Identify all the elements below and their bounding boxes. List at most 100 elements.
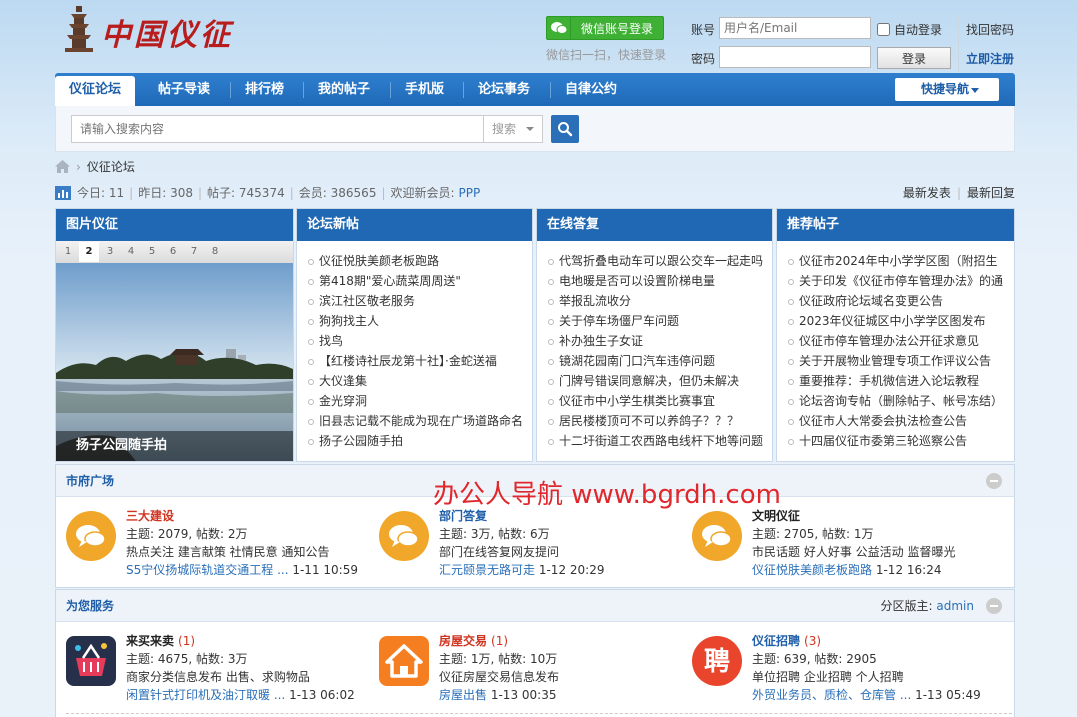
list-item[interactable]: 仪征市中小学生棋类比赛事宜 bbox=[547, 391, 772, 411]
list-item[interactable]: 仪征政府论坛域名变更公告 bbox=[787, 291, 1014, 311]
latest-posts-link[interactable]: 最新发表 bbox=[903, 186, 951, 200]
last-post-link[interactable]: 房屋出售 bbox=[439, 688, 487, 702]
today-count: (1) bbox=[491, 634, 509, 648]
service-section-header[interactable]: 为您服务 分区版主: admin bbox=[56, 590, 1014, 622]
forum-tags[interactable]: 市民话题 好人好事 公益活动 监督曝光 bbox=[752, 543, 992, 561]
last-post-link[interactable]: 汇元颐景无路可走 bbox=[439, 563, 535, 577]
last-post-link[interactable]: S5宁仪扬城际轨道交通工程 ... bbox=[126, 563, 289, 577]
list-item[interactable]: 滨江社区敬老服务 bbox=[307, 291, 532, 311]
list-item[interactable]: 镜湖花园南门口汽车违停问题 bbox=[547, 351, 772, 371]
moderator-link[interactable]: admin bbox=[936, 599, 974, 613]
wechat-login-button[interactable]: 微信账号登录 bbox=[546, 16, 664, 40]
forum-name[interactable]: 来买来卖 bbox=[126, 634, 174, 648]
list-item[interactable]: 重要推荐：手机微信进入论坛教程 bbox=[787, 371, 1014, 391]
slide-tab[interactable]: 1 bbox=[58, 242, 78, 262]
list-item[interactable]: 第418期"爱心蔬菜周周送" bbox=[307, 271, 532, 291]
forum-name[interactable]: 文明仪征 bbox=[752, 507, 992, 525]
last-post-link[interactable]: 仪征悦肤美颜老板跑路 bbox=[752, 563, 872, 577]
slide-tab[interactable]: 6 bbox=[163, 242, 183, 262]
photo-panel-title: 图片仪征 bbox=[56, 209, 293, 241]
register-link[interactable]: 立即注册 bbox=[966, 50, 1014, 67]
collapse-icon[interactable] bbox=[986, 598, 1002, 614]
list-item[interactable]: 举报乱流收分 bbox=[547, 291, 772, 311]
forum-name[interactable]: 房屋交易 bbox=[439, 634, 487, 648]
list-item[interactable]: 十二圩街道工农西路电线杆下地等问题 bbox=[547, 431, 772, 451]
forum-name[interactable]: 仪征招聘 bbox=[752, 634, 800, 648]
nav-my-posts[interactable]: 我的帖子 bbox=[304, 73, 384, 106]
list-item[interactable]: 【红楼诗社辰龙第十社】·金蛇送福 bbox=[307, 351, 532, 371]
slide-tab[interactable]: 8 bbox=[205, 242, 225, 262]
divider: | bbox=[381, 185, 386, 200]
list-item[interactable]: 大仪逢集 bbox=[307, 371, 532, 391]
list-item[interactable]: 电地暖是否可以设置阶梯电量 bbox=[547, 271, 772, 291]
list-item[interactable]: 关于停车场僵尸车问题 bbox=[547, 311, 772, 331]
list-item[interactable]: 仪征悦肤美颜老板跑路 bbox=[307, 251, 532, 271]
list-item[interactable]: 旧县志记载不能成为现在广场道路命名 bbox=[307, 411, 532, 431]
last-post-link[interactable]: 闲置针式打印机及油汀取暖 ... bbox=[126, 688, 285, 702]
list-item[interactable]: 补办独生子女证 bbox=[547, 331, 772, 351]
slide-tab[interactable]: 7 bbox=[184, 242, 204, 262]
forum-tags[interactable]: 热点关注 建言献策 社情民意 通知公告 bbox=[126, 543, 366, 561]
list-item[interactable]: 论坛咨询专帖（删除帖子、帐号冻结） bbox=[787, 391, 1014, 411]
chat-bubble-icon[interactable] bbox=[692, 511, 742, 561]
quick-nav-dropdown[interactable]: 快捷导航 bbox=[895, 78, 999, 101]
yesterday-count: 308 bbox=[170, 185, 193, 200]
nav-guide[interactable]: 帖子导读 bbox=[144, 73, 224, 106]
slide-tab[interactable]: 4 bbox=[121, 242, 141, 262]
list-item[interactable]: 狗狗找主人 bbox=[307, 311, 532, 331]
list-item[interactable]: 仪征市人大常委会执法检查公告 bbox=[787, 411, 1014, 431]
nav-rules[interactable]: 自律公约 bbox=[551, 73, 631, 106]
auto-login-checkbox[interactable]: 自动登录 bbox=[877, 21, 942, 38]
new-member-link[interactable]: PPP bbox=[459, 186, 481, 200]
list-item[interactable]: 仪征市停车管理办法公开征求意见 bbox=[787, 331, 1014, 351]
chat-bubble-icon[interactable] bbox=[66, 511, 116, 561]
photo-slideshow[interactable]: 1 2 3 4 5 6 7 8 扬子公园随手拍 bbox=[56, 241, 293, 461]
divider: | bbox=[197, 185, 203, 200]
slide-tab[interactable]: 5 bbox=[142, 242, 162, 262]
slide-tab[interactable]: 3 bbox=[100, 242, 120, 262]
shopping-basket-icon[interactable] bbox=[66, 636, 116, 686]
search-button[interactable] bbox=[551, 115, 579, 143]
list-item[interactable]: 关于开展物业管理专项工作评议公告 bbox=[787, 351, 1014, 371]
house-icon[interactable] bbox=[379, 636, 429, 686]
find-password-link[interactable]: 找回密码 bbox=[966, 21, 1014, 38]
nav-ranking[interactable]: 排行榜 bbox=[231, 73, 298, 106]
slide-tab-active[interactable]: 2 bbox=[79, 242, 99, 262]
svg-text:聘: 聘 bbox=[704, 647, 730, 677]
chat-bubble-icon[interactable] bbox=[379, 511, 429, 561]
search-type-label: 搜索 bbox=[492, 122, 517, 136]
photo-panel: 图片仪征 1 2 3 4 5 6 7 8 扬子公园随手拍 bbox=[55, 208, 294, 462]
caret-down-icon bbox=[971, 88, 979, 93]
breadcrumb-current[interactable]: 仪征论坛 bbox=[87, 158, 135, 175]
list-item[interactable]: 找鸟 bbox=[307, 331, 532, 351]
auto-login-check[interactable] bbox=[877, 23, 890, 36]
forum-last-post: 汇元颐景无路可走 1-12 20:29 bbox=[439, 561, 679, 579]
list-item[interactable]: 仪征市2024年中小学学区图（附招生 bbox=[787, 251, 1014, 271]
home-icon[interactable] bbox=[55, 160, 70, 173]
search-type-select[interactable]: 搜索 bbox=[483, 115, 543, 143]
nav-forum[interactable]: 仪征论坛 bbox=[55, 76, 136, 106]
account-input[interactable] bbox=[719, 17, 871, 39]
search-input[interactable] bbox=[71, 115, 483, 143]
nav-affairs[interactable]: 论坛事务 bbox=[464, 73, 544, 106]
last-post-link[interactable]: 外贸业务员、质检、仓库管 ... bbox=[752, 688, 911, 702]
list-item[interactable]: 金光穿洞 bbox=[307, 391, 532, 411]
site-logo[interactable]: 中国仪征 bbox=[57, 4, 237, 56]
list-item[interactable]: 居民楼楼顶可不可以养鸽子？？？ bbox=[547, 411, 772, 431]
recruit-icon[interactable]: 聘 bbox=[692, 636, 742, 686]
collapse-icon[interactable] bbox=[986, 473, 1002, 489]
list-item[interactable]: 门牌号错误同意解决，但仍未解决 bbox=[547, 371, 772, 391]
password-input[interactable] bbox=[719, 46, 871, 68]
forum-last-post: 闲置针式打印机及油汀取暖 ... 1-13 06:02 bbox=[126, 686, 366, 704]
list-item[interactable]: 代驾折叠电动车可以跟公交车一起走吗 bbox=[547, 251, 772, 271]
main-nav: 仪征论坛 帖子导读 排行榜 我的帖子 手机版 论坛事务 自律公约 快捷导航 bbox=[55, 73, 1015, 106]
nav-mobile[interactable]: 手机版 bbox=[391, 73, 458, 106]
latest-replies-link[interactable]: 最新回复 bbox=[967, 186, 1015, 200]
list-item[interactable]: 十四届仪征市委第三轮巡察公告 bbox=[787, 431, 1014, 451]
list-item[interactable]: 关于印发《仪征市停车管理办法》的通 bbox=[787, 271, 1014, 291]
photo-caption[interactable]: 扬子公园随手拍 bbox=[56, 431, 293, 461]
list-item[interactable]: 扬子公园随手拍 bbox=[307, 431, 532, 451]
login-button[interactable]: 登录 bbox=[877, 47, 951, 69]
list-item[interactable]: 2023年仪征城区中小学学区图发布 bbox=[787, 311, 1014, 331]
forum-name[interactable]: 三大建设 bbox=[126, 507, 366, 525]
